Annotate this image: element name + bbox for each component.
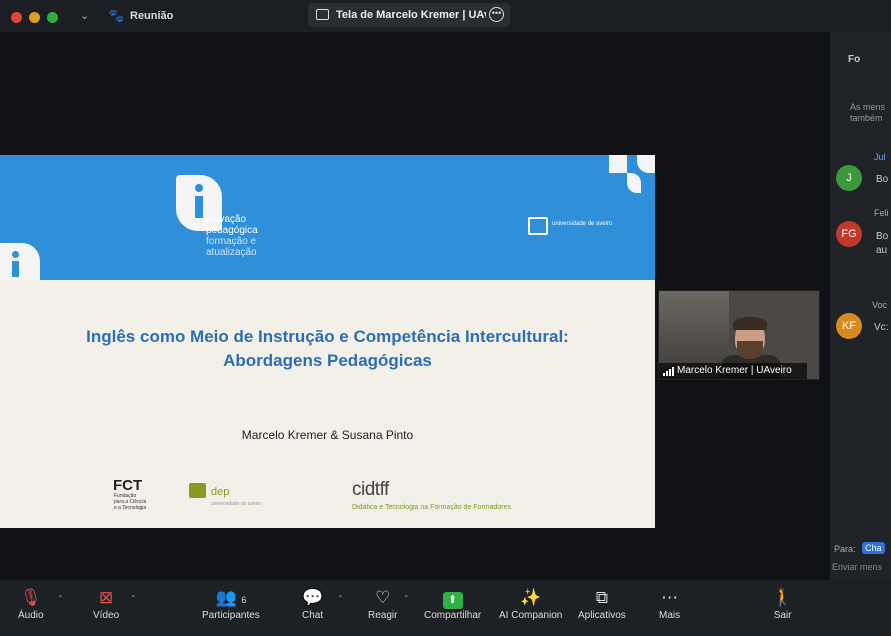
avatar: FG (836, 221, 862, 247)
share-screen-icon: ⬆ (442, 592, 463, 609)
title-bar: ⌄ 🐾 Reunião Tela de Marcelo Kremer | UAv… (0, 0, 891, 32)
minimize-window-button[interactable] (29, 12, 40, 23)
cidtff-logo-subtitle: Didática e Tecnologia na Formação de For… (352, 504, 512, 511)
meeting-label: Reunião (130, 10, 174, 22)
participant-video-tile[interactable]: Marcelo Kremer | UAveiro (658, 290, 820, 380)
more-icon: ⋯ (661, 588, 679, 607)
chat-message: Bo (876, 231, 889, 242)
avatar: KF (836, 313, 862, 339)
heart-icon: ♡ (375, 588, 391, 607)
chat-message-line2: au (876, 245, 888, 256)
close-window-button[interactable] (11, 12, 22, 23)
cidtff-logo: cidtff (352, 479, 389, 500)
dep-logo-icon (189, 483, 206, 498)
participants-icon: 👥 6 (215, 588, 247, 607)
chat-options-chevron-icon[interactable]: ⌃ (337, 594, 344, 603)
corner-logo-top-right (609, 155, 655, 193)
participants-count: 6 (241, 595, 247, 605)
apps-button[interactable]: ⧉ Aplicativos (578, 586, 626, 621)
fct-logo: FCT (113, 477, 143, 494)
more-options-icon[interactable]: ••• (489, 7, 504, 22)
slide-authors: Marcelo Kremer & Susana Pinto (241, 428, 414, 442)
screen-share-icon (316, 9, 329, 20)
university-logo-icon (528, 217, 548, 235)
dep-logo-subtitle: universidade de aveiro (211, 501, 262, 507)
chat-button[interactable]: 💬 Chat (302, 586, 323, 621)
share-indicator[interactable]: Tela de Marcelo Kremer | UAveiro ••• (308, 3, 510, 27)
share-screen-button[interactable]: ⬆ Compartilhar (424, 586, 481, 621)
video-button[interactable]: ⊠ Vídeo (93, 586, 119, 621)
fct-logo-subtitle: Fundação para a Ciência e a Tecnologia (114, 493, 147, 511)
chat-header: Fo (848, 54, 861, 65)
avatar: J (836, 165, 862, 191)
presentation-slide: inovação pedagógica formação e atualização… (0, 155, 655, 528)
audio-options-chevron-icon[interactable]: ⌃ (57, 594, 64, 603)
react-options-chevron-icon[interactable]: ⌃ (403, 594, 410, 603)
ai-companion-button[interactable]: ✨ AI Companion (499, 586, 562, 621)
leave-icon: 🚶 (772, 588, 794, 607)
microphone-muted-icon: 🎙 (19, 588, 42, 607)
brand-subtitle: formação e atualização (206, 236, 257, 258)
chat-message: Bo (876, 174, 889, 185)
more-button[interactable]: ⋯ Mais (659, 586, 680, 621)
signal-strength-icon (663, 367, 675, 376)
chat-notice-line2: também (850, 113, 883, 123)
leave-button[interactable]: 🚶 Sair (772, 586, 793, 621)
corner-logo-left (0, 243, 40, 280)
audio-button[interactable]: 🎙 Áudio (18, 586, 44, 621)
chat-sender: Voc (872, 300, 888, 310)
brand-name: inovação pedagógica (206, 214, 258, 236)
chat-message: Vc: (874, 322, 889, 333)
chevron-down-icon[interactable]: ⌄ (80, 9, 89, 22)
chat-sender: Feli (874, 208, 889, 218)
participant-name-label: Marcelo Kremer | UAveiro (659, 363, 807, 379)
chat-panel: Fo As mens também Jul J Bo Feli FG Bo au… (830, 32, 891, 580)
chat-icon: 💬 (302, 588, 324, 607)
maximize-window-button[interactable] (47, 12, 58, 23)
dep-logo: dep (211, 486, 230, 498)
slide-title-line2: Abordagens Pedagógicas (223, 351, 432, 370)
slide-title: Inglês como Meio de Instrução e Competên… (86, 327, 569, 346)
share-title: Tela de Marcelo Kremer | UAveiro (336, 9, 486, 21)
chat-input[interactable]: Enviar mens (832, 562, 882, 572)
participants-button[interactable]: 👥 6 Participantes (202, 586, 260, 621)
sparkle-icon: ✨ (520, 588, 542, 607)
chat-sender: Jul (874, 152, 886, 162)
chat-to-label: Para: (834, 544, 856, 554)
apps-icon: ⧉ (595, 588, 608, 607)
video-options-chevron-icon[interactable]: ⌃ (130, 594, 137, 603)
slide-banner: inovação pedagógica formação e atualização… (0, 155, 655, 280)
meeting-toolbar: 🎙 Áudio ⌃ ⊠ Vídeo ⌃ 👥 6 Participantes 💬 … (0, 580, 891, 636)
video-off-icon: ⊠ (98, 588, 114, 607)
react-button[interactable]: ♡ Reagir (368, 586, 397, 621)
chat-notice: As mens (850, 102, 886, 112)
chat-recipient-dropdown[interactable]: Cha (862, 542, 885, 554)
university-name: universidade de aveiro (552, 221, 613, 227)
paw-icon: 🐾 (108, 8, 125, 23)
